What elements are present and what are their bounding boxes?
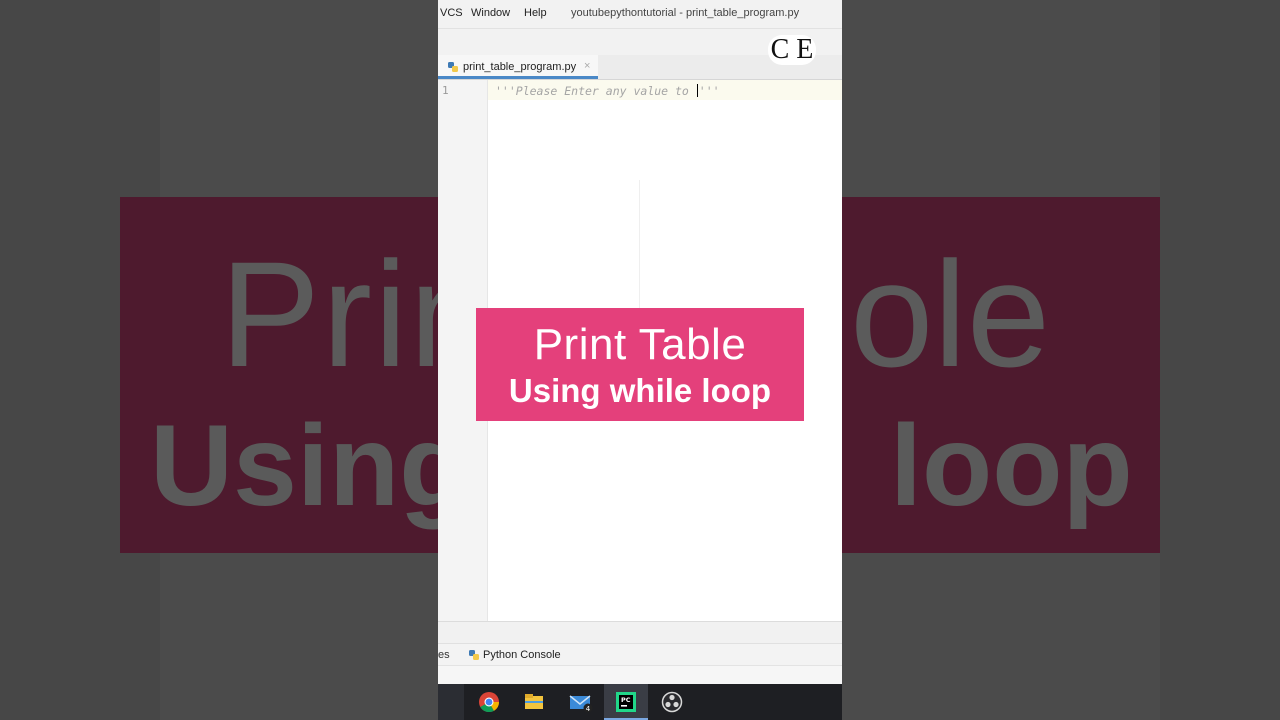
- tab-label: print_table_program.py: [463, 61, 577, 73]
- code-text-closing: ''': [698, 84, 720, 98]
- window-title: youtubepythontutorial - print_table_prog…: [571, 7, 800, 19]
- text-caret: [696, 84, 698, 97]
- menu-bar: VCS Window Help youtubepythontutorial - …: [438, 0, 842, 28]
- windows-taskbar: 4 PC: [438, 684, 842, 720]
- mail-glyph: 4: [569, 695, 593, 713]
- indent-guide: [639, 180, 640, 310]
- pycharm-icon[interactable]: PC: [604, 684, 648, 720]
- taskbar-edge: [438, 684, 464, 720]
- channel-logo: C E: [768, 35, 816, 65]
- pycharm-glyph: PC: [616, 692, 636, 712]
- python-console-icon: [469, 650, 479, 660]
- menu-help[interactable]: Help: [524, 7, 547, 19]
- python-file-icon: [448, 62, 458, 72]
- file-explorer-icon[interactable]: [512, 684, 556, 720]
- background-title-right: ole: [850, 230, 1051, 398]
- status-bar: [438, 665, 842, 685]
- menu-vcs[interactable]: VCS: [440, 7, 463, 19]
- code-line[interactable]: '''Please Enter any value to ''': [495, 84, 720, 98]
- close-icon[interactable]: ×: [584, 60, 590, 72]
- menu-window[interactable]: Window: [471, 7, 510, 19]
- tool-window-truncated[interactable]: es: [438, 649, 450, 661]
- line-number: 1: [442, 84, 449, 97]
- background-subtitle-left: Using: [150, 402, 470, 530]
- tool-window-bar: es Python Console: [438, 643, 842, 666]
- title-card: Print Table Using while loop: [476, 308, 804, 421]
- chrome-glyph: [479, 692, 500, 713]
- mail-icon[interactable]: 4: [558, 684, 602, 720]
- tab-print-table-program[interactable]: print_table_program.py ×: [438, 55, 598, 79]
- title-card-heading: Print Table: [533, 320, 747, 369]
- obs-icon[interactable]: [650, 684, 694, 720]
- obs-glyph: [661, 691, 683, 713]
- svg-text:PC: PC: [621, 696, 631, 704]
- title-card-subheading: Using while loop: [508, 372, 772, 409]
- background-band-right: [1160, 0, 1280, 720]
- background-subtitle-right: loop: [890, 402, 1133, 530]
- python-console-tab[interactable]: Python Console: [483, 649, 561, 661]
- code-text: '''Please Enter any value to: [495, 84, 696, 98]
- chrome-icon[interactable]: [467, 684, 511, 720]
- folder-glyph: [525, 694, 543, 709]
- editor-bottom-strip: [438, 621, 842, 644]
- mail-badge: 4: [586, 705, 591, 713]
